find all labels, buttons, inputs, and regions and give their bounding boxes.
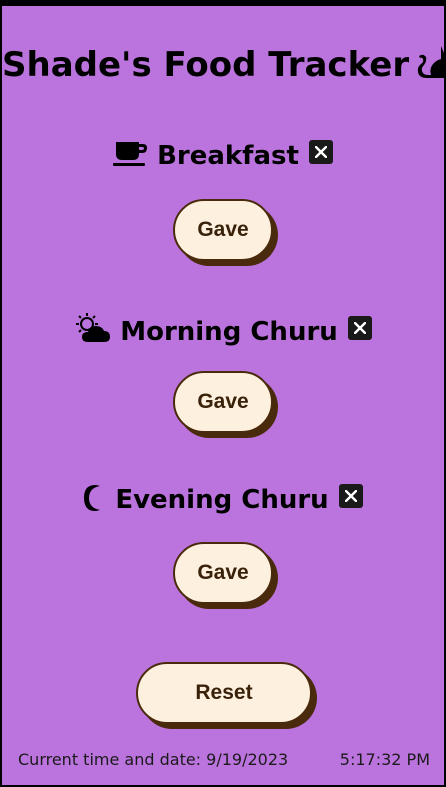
- close-icon[interactable]: [338, 484, 363, 508]
- gave-button-morning-churu[interactable]: Gave: [173, 371, 273, 433]
- cat-icon: [415, 42, 446, 89]
- reset-button[interactable]: Reset: [136, 662, 312, 724]
- meal-heading-evening-churu: Evening Churu: [2, 484, 444, 519]
- gave-button-evening-churu[interactable]: Gave: [173, 542, 273, 604]
- close-icon[interactable]: [308, 140, 333, 164]
- meal-label: Evening Churu: [115, 485, 329, 515]
- coffee-icon: [113, 140, 149, 175]
- meal-label: Morning Churu: [120, 317, 338, 347]
- moon-icon: [83, 484, 107, 519]
- page-title-row: Shade's Food Tracker: [2, 42, 446, 89]
- meal-heading-morning-churu: Morning Churu: [2, 312, 444, 351]
- sun-behind-cloud-icon: [74, 312, 112, 351]
- current-time-text: 5:17:32 PM: [339, 750, 430, 769]
- close-icon[interactable]: [347, 316, 372, 340]
- page-title: Shade's Food Tracker: [2, 45, 410, 85]
- meal-heading-breakfast: Breakfast: [2, 140, 444, 175]
- footer-clock: Current time and date: 9/19/2023 5:17:32…: [18, 750, 430, 769]
- gave-button-breakfast[interactable]: Gave: [173, 199, 273, 261]
- meal-label: Breakfast: [157, 141, 299, 171]
- current-date-text: Current time and date: 9/19/2023: [18, 750, 289, 769]
- app-frame: Shade's Food Tracker Breakfast Gave Morn…: [2, 6, 446, 785]
